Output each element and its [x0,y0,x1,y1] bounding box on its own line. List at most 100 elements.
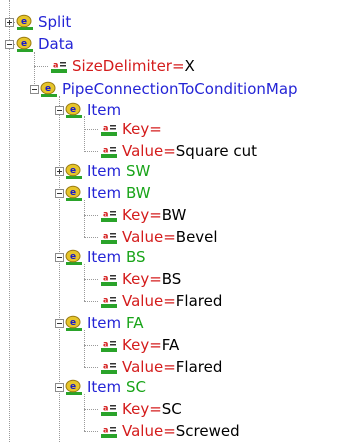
collapse-toggle-item-bs[interactable] [55,253,64,262]
element-name: PipeConnectionToConditionMap [62,80,298,98]
tree-node-item-bw[interactable]: e Item BW [65,182,151,204]
tree-connector-line [9,0,10,442]
attribute-value: Flared [175,358,223,376]
equals-sign: = [149,336,162,354]
tree-node-item-fa[interactable]: e Item FA [65,312,143,334]
tree-connector-line [84,394,85,431]
xml-element-icon: e [40,81,57,97]
xml-attribute-icon: a [101,340,117,352]
tree-node-item-sw[interactable]: e Item SW [65,160,150,182]
tree-node-value[interactable]: a Value = Flared [100,290,222,312]
xml-element-icon: e [65,315,82,331]
element-name: Item [87,378,122,396]
tree-connector-line [84,367,98,368]
xml-attribute-icon: a [51,61,67,73]
attribute-value: Screwed [175,422,240,440]
attribute-value: BW [161,206,187,224]
equals-sign: = [163,142,176,160]
tree-node-key[interactable]: a Key = FA [100,334,179,356]
element-value: SW [125,162,151,180]
equals-sign: = [149,270,162,288]
equals-sign: = [163,292,176,310]
attribute-name: SizeDelimiter [72,57,172,75]
expand-toggle-item-sw[interactable] [55,167,64,176]
svg-text:a: a [103,296,108,305]
xml-attribute-icon: a [101,232,117,244]
svg-text:a: a [103,404,108,413]
collapse-toggle-item-bw[interactable] [55,189,64,198]
equals-sign: = [149,206,162,224]
equals-sign: = [171,57,185,75]
svg-text:a: a [103,124,108,133]
tree-connector-line [84,330,85,367]
svg-text:e: e [21,17,27,27]
tree-node-size-delimiter[interactable]: a SizeDelimiter = X [50,55,195,77]
tree-node-key[interactable]: a Key = BS [100,268,181,290]
svg-text:a: a [53,61,58,70]
element-name: Item [87,184,122,202]
svg-text:a: a [103,426,108,435]
tree-connector-line [84,431,98,432]
attribute-value: FA [161,336,180,354]
collapse-toggle-item-sc[interactable] [55,383,64,392]
tree-connector-line [84,279,98,280]
tree-node-key[interactable]: a Key = SC [100,398,182,420]
xml-element-icon: e [65,379,82,395]
attribute-name: Key [122,206,150,224]
tree-node-item-sc[interactable]: e Item SC [65,376,146,398]
xml-tree-view: e Split e Data a SizeDelimiter = X e Pip… [0,0,350,442]
attribute-value: SC [161,400,182,418]
attribute-name: Key [122,120,150,138]
xml-element-icon: e [65,102,82,118]
svg-text:e: e [70,105,76,115]
tree-connector-line [84,409,98,410]
collapse-toggle-data[interactable] [5,40,14,49]
tree-node-value[interactable]: a Value = Square cut [100,140,257,162]
xml-element-icon: e [65,249,82,265]
attribute-name: Value [122,358,164,376]
xml-element-icon: e [16,36,33,52]
tree-node-key[interactable]: a Key = [100,118,162,140]
svg-text:e: e [70,382,76,392]
equals-sign: = [163,358,176,376]
element-name: Item [87,314,122,332]
tree-connector-line [34,66,48,67]
equals-sign: = [163,228,176,246]
tree-node-value[interactable]: a Value = Flared [100,356,222,378]
attribute-value: Bevel [175,228,218,246]
xml-attribute-icon: a [101,362,117,374]
svg-text:a: a [103,340,108,349]
element-value: BW [125,184,151,202]
collapse-toggle-pipe-connection-map[interactable] [30,85,39,94]
xml-attribute-icon: a [101,404,117,416]
attribute-value: Square cut [175,142,257,160]
collapse-toggle-item-fa[interactable] [55,319,64,328]
tree-node-item-bs[interactable]: e Item BS [65,246,146,268]
expand-toggle-split[interactable] [5,18,14,27]
tree-node-split[interactable]: e Split [16,11,71,33]
tree-node-value[interactable]: a Value = Bevel [100,226,218,248]
attribute-value: X [184,57,195,75]
attribute-name: Value [122,142,164,160]
xml-attribute-icon: a [101,274,117,286]
tree-connector-line [84,301,98,302]
collapse-toggle-item[interactable] [55,106,64,115]
svg-text:e: e [70,318,76,328]
tree-connector-line [84,264,85,301]
xml-attribute-icon: a [101,426,117,438]
tree-connector-line [84,116,85,152]
element-value: SC [125,378,146,396]
xml-attribute-icon: a [101,210,117,222]
element-name: Item [87,101,122,119]
element-name: Item [87,162,122,180]
tree-node-key[interactable]: a Key = BW [100,204,186,226]
attribute-name: Value [122,228,164,246]
tree-node-value[interactable]: a Value = Screwed [100,420,240,442]
tree-connector-line [84,237,98,238]
xml-attribute-icon: a [101,124,117,136]
tree-node-data[interactable]: e Data [16,33,74,55]
tree-connector-line [84,129,98,130]
tree-node-pipe-connection-map[interactable]: e PipeConnectionToConditionMap [40,78,298,100]
attribute-name: Key [122,336,150,354]
equals-sign: = [149,120,162,138]
